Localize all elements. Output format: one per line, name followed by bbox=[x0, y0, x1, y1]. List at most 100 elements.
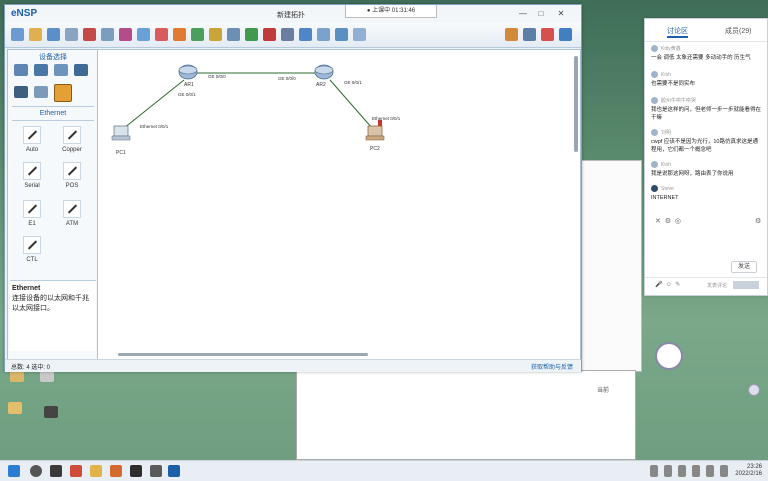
background-window bbox=[580, 160, 642, 372]
terminal-category-icon[interactable] bbox=[14, 86, 28, 98]
title-bar: eNSP 新建拓扑 ● 上课中 01:31:46 — □ ✕ bbox=[5, 5, 581, 24]
node-label-pc2: PC2 bbox=[370, 146, 380, 152]
record-control-button[interactable] bbox=[655, 342, 683, 370]
redo-icon[interactable] bbox=[119, 28, 132, 41]
select-icon[interactable] bbox=[137, 28, 150, 41]
windows-start-icon[interactable] bbox=[8, 465, 20, 477]
app-icon[interactable] bbox=[110, 465, 122, 477]
close-button[interactable]: ✕ bbox=[555, 9, 567, 19]
avatar bbox=[651, 161, 658, 168]
shape-icon[interactable] bbox=[191, 28, 204, 41]
save-as-icon[interactable] bbox=[65, 28, 78, 41]
topology-icon[interactable] bbox=[299, 28, 312, 41]
port-label-ar1-ge001: GE 0/0/1 bbox=[178, 92, 196, 97]
minimize-button[interactable]: — bbox=[517, 9, 529, 19]
vertical-scrollbar[interactable] bbox=[574, 56, 578, 152]
divider bbox=[645, 277, 767, 278]
app-logo: eNSP bbox=[11, 8, 38, 19]
link-ar1-pc1[interactable] bbox=[123, 79, 185, 129]
topology-svg bbox=[111, 64, 385, 141]
layout-icon[interactable] bbox=[353, 28, 366, 41]
tray-icon[interactable] bbox=[650, 465, 658, 477]
delete-icon[interactable] bbox=[155, 28, 168, 41]
mini-icon[interactable] bbox=[748, 384, 760, 396]
port-label-ar2-ge001: GE 0/0/1 bbox=[344, 80, 362, 85]
zoom-in-icon[interactable] bbox=[209, 28, 222, 41]
tray-icon[interactable] bbox=[678, 465, 686, 477]
text-icon[interactable] bbox=[173, 28, 186, 41]
wlan-category-icon[interactable] bbox=[54, 64, 68, 76]
window-title: 新建拓扑 bbox=[277, 12, 305, 19]
app-icon[interactable] bbox=[130, 465, 142, 477]
tab-discussion[interactable]: 讨论区 bbox=[667, 26, 688, 38]
volume-icon[interactable] bbox=[720, 465, 728, 477]
ctl-cable-icon bbox=[23, 236, 41, 254]
tray-icon[interactable] bbox=[692, 465, 700, 477]
toolbar bbox=[5, 23, 581, 48]
status-bar: 总数: 4 选中: 0 获取帮助与反馈 bbox=[5, 359, 581, 372]
system-clock[interactable]: 23:26 2022/2/16 bbox=[735, 464, 762, 478]
cable-atm[interactable]: ATM bbox=[54, 200, 90, 227]
input-area[interactable] bbox=[733, 281, 759, 289]
window-text: 当前 bbox=[597, 388, 610, 394]
settings-icon[interactable] bbox=[523, 28, 536, 41]
avatar bbox=[651, 185, 658, 192]
stop-device-icon[interactable] bbox=[263, 28, 276, 41]
task-view-icon[interactable] bbox=[50, 465, 62, 477]
cable-e1[interactable]: E1 bbox=[14, 200, 50, 227]
new-file-icon[interactable] bbox=[11, 28, 24, 41]
cable-copper[interactable]: Copper bbox=[54, 126, 90, 153]
tab-members[interactable]: 成员(29) bbox=[725, 26, 751, 36]
input-tools[interactable]: 🎤 ☺ ✎ bbox=[655, 281, 680, 288]
folder-icon[interactable] bbox=[8, 402, 22, 414]
file-explorer-icon[interactable] bbox=[90, 465, 102, 477]
search-icon[interactable] bbox=[30, 465, 42, 477]
cable-pos[interactable]: POS bbox=[54, 162, 90, 189]
port-label-ar1-ge000: GE 0/0/0 bbox=[208, 74, 226, 79]
reaction-icons[interactable]: ✕ ⚙ ◎ bbox=[655, 217, 681, 225]
desktop-icon[interactable] bbox=[44, 406, 58, 418]
cable-ctl[interactable]: CTL bbox=[14, 236, 50, 263]
comment-input[interactable]: 发表评论 bbox=[707, 282, 727, 289]
switch-category-icon[interactable] bbox=[34, 64, 48, 76]
huawei-icon[interactable] bbox=[559, 28, 572, 41]
cloud-category-icon[interactable] bbox=[34, 86, 48, 98]
cable-auto[interactable]: Auto bbox=[14, 126, 50, 153]
ftp-icon[interactable] bbox=[335, 28, 348, 41]
capture-icon[interactable] bbox=[281, 28, 294, 41]
print-icon[interactable] bbox=[83, 28, 96, 41]
router-ar2[interactable] bbox=[314, 64, 334, 80]
topology-canvas[interactable]: AR1 AR2 PC1 PC2 GE 0/0/0 GE 0/0/1 GE 0/0… bbox=[97, 49, 581, 361]
maximize-button[interactable]: □ bbox=[535, 9, 547, 19]
app-icon[interactable] bbox=[150, 465, 162, 477]
pc2-device[interactable] bbox=[365, 120, 385, 141]
discussion-panel: 讨论区 成员(29) Kitty黄鑫 一会 调低 太象还需要 多动动手的 历生气… bbox=[644, 18, 768, 296]
undo-icon[interactable] bbox=[101, 28, 114, 41]
router-ar1[interactable] bbox=[178, 64, 198, 80]
grid-icon[interactable] bbox=[317, 28, 330, 41]
router-category-icon[interactable] bbox=[14, 64, 28, 76]
cable-section-title: Ethernet bbox=[39, 110, 67, 117]
firewall-category-icon[interactable] bbox=[74, 64, 88, 76]
ensp-taskbar-icon[interactable] bbox=[168, 465, 180, 477]
app-icon[interactable] bbox=[70, 465, 82, 477]
horizontal-scrollbar[interactable] bbox=[118, 353, 368, 356]
wifi-icon[interactable] bbox=[706, 465, 714, 477]
pc1-device[interactable] bbox=[111, 125, 131, 141]
description-box: Ethernet 连接设备的以太网和千兆以太网接口。 bbox=[10, 280, 96, 351]
zoom-out-icon[interactable] bbox=[227, 28, 240, 41]
cable-category-icon[interactable] bbox=[54, 84, 72, 102]
cable-serial[interactable]: Serial bbox=[14, 162, 50, 189]
open-file-icon[interactable] bbox=[29, 28, 42, 41]
help-icon[interactable] bbox=[541, 28, 554, 41]
settings-icon[interactable]: ⚙ bbox=[755, 217, 761, 225]
help-feedback-link[interactable]: 获取帮助与反馈 bbox=[531, 362, 573, 371]
start-device-icon[interactable] bbox=[245, 28, 258, 41]
menu-icon[interactable] bbox=[505, 28, 518, 41]
save-icon[interactable] bbox=[47, 28, 60, 41]
chat-message: Kitty黄鑫 一会 调低 太象还需要 多动动手的 历生气 bbox=[651, 45, 751, 61]
serial-cable-icon bbox=[23, 162, 41, 180]
link-ar2-pc2[interactable] bbox=[329, 79, 373, 129]
send-button[interactable]: 发送 bbox=[731, 261, 757, 273]
tray-icon[interactable] bbox=[664, 465, 672, 477]
